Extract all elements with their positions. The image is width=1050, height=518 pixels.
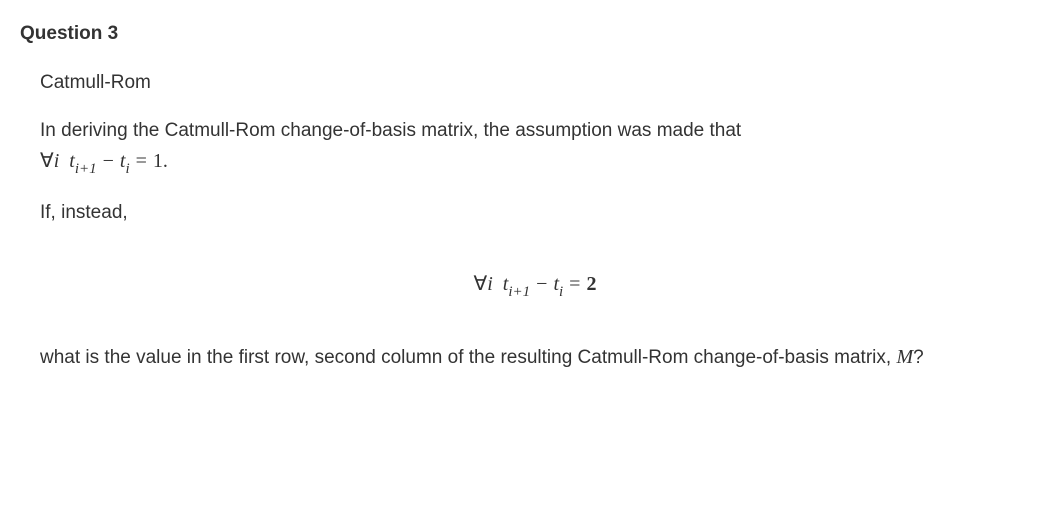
sub-i-plus-1-2: i+1 xyxy=(508,284,530,300)
sub-i: i xyxy=(125,161,129,177)
minus-op: − xyxy=(103,150,114,172)
forall-symbol: ∀ xyxy=(40,150,54,172)
para1-text: In deriving the Catmull-Rom change-of-ba… xyxy=(40,120,741,141)
matrix-m: M xyxy=(896,346,913,368)
forall-symbol-2: ∀ xyxy=(474,273,488,295)
paragraph-1: In deriving the Catmull-Rom change-of-ba… xyxy=(40,117,1030,179)
var-i: i xyxy=(54,150,60,172)
num-2: 2 xyxy=(586,273,596,295)
para3-text-a: what is the value in the first row, seco… xyxy=(40,347,896,368)
eq-op: = xyxy=(136,150,147,172)
paragraph-2: If, instead, xyxy=(40,199,1030,228)
sub-i-plus-1: i+1 xyxy=(75,161,97,177)
minus-op-2: − xyxy=(536,273,547,295)
period: . xyxy=(163,150,168,172)
var-i-2: i xyxy=(487,273,493,295)
math-display-1: ∀i ti+1−ti=2 xyxy=(40,268,1030,303)
question-title: Question 3 xyxy=(20,20,1030,49)
var-t1: t xyxy=(69,150,75,172)
question-content: Catmull-Rom In deriving the Catmull-Rom … xyxy=(20,69,1030,373)
paragraph-3: what is the value in the first row, seco… xyxy=(40,342,1030,373)
math-inline-1: ∀i ti+1−ti=1. xyxy=(40,150,168,172)
sub-i-2: i xyxy=(559,284,563,300)
para3-text-b: ? xyxy=(913,347,924,368)
eq-op-2: = xyxy=(569,273,580,295)
num-1: 1 xyxy=(153,150,163,172)
subtitle: Catmull-Rom xyxy=(40,69,1030,98)
